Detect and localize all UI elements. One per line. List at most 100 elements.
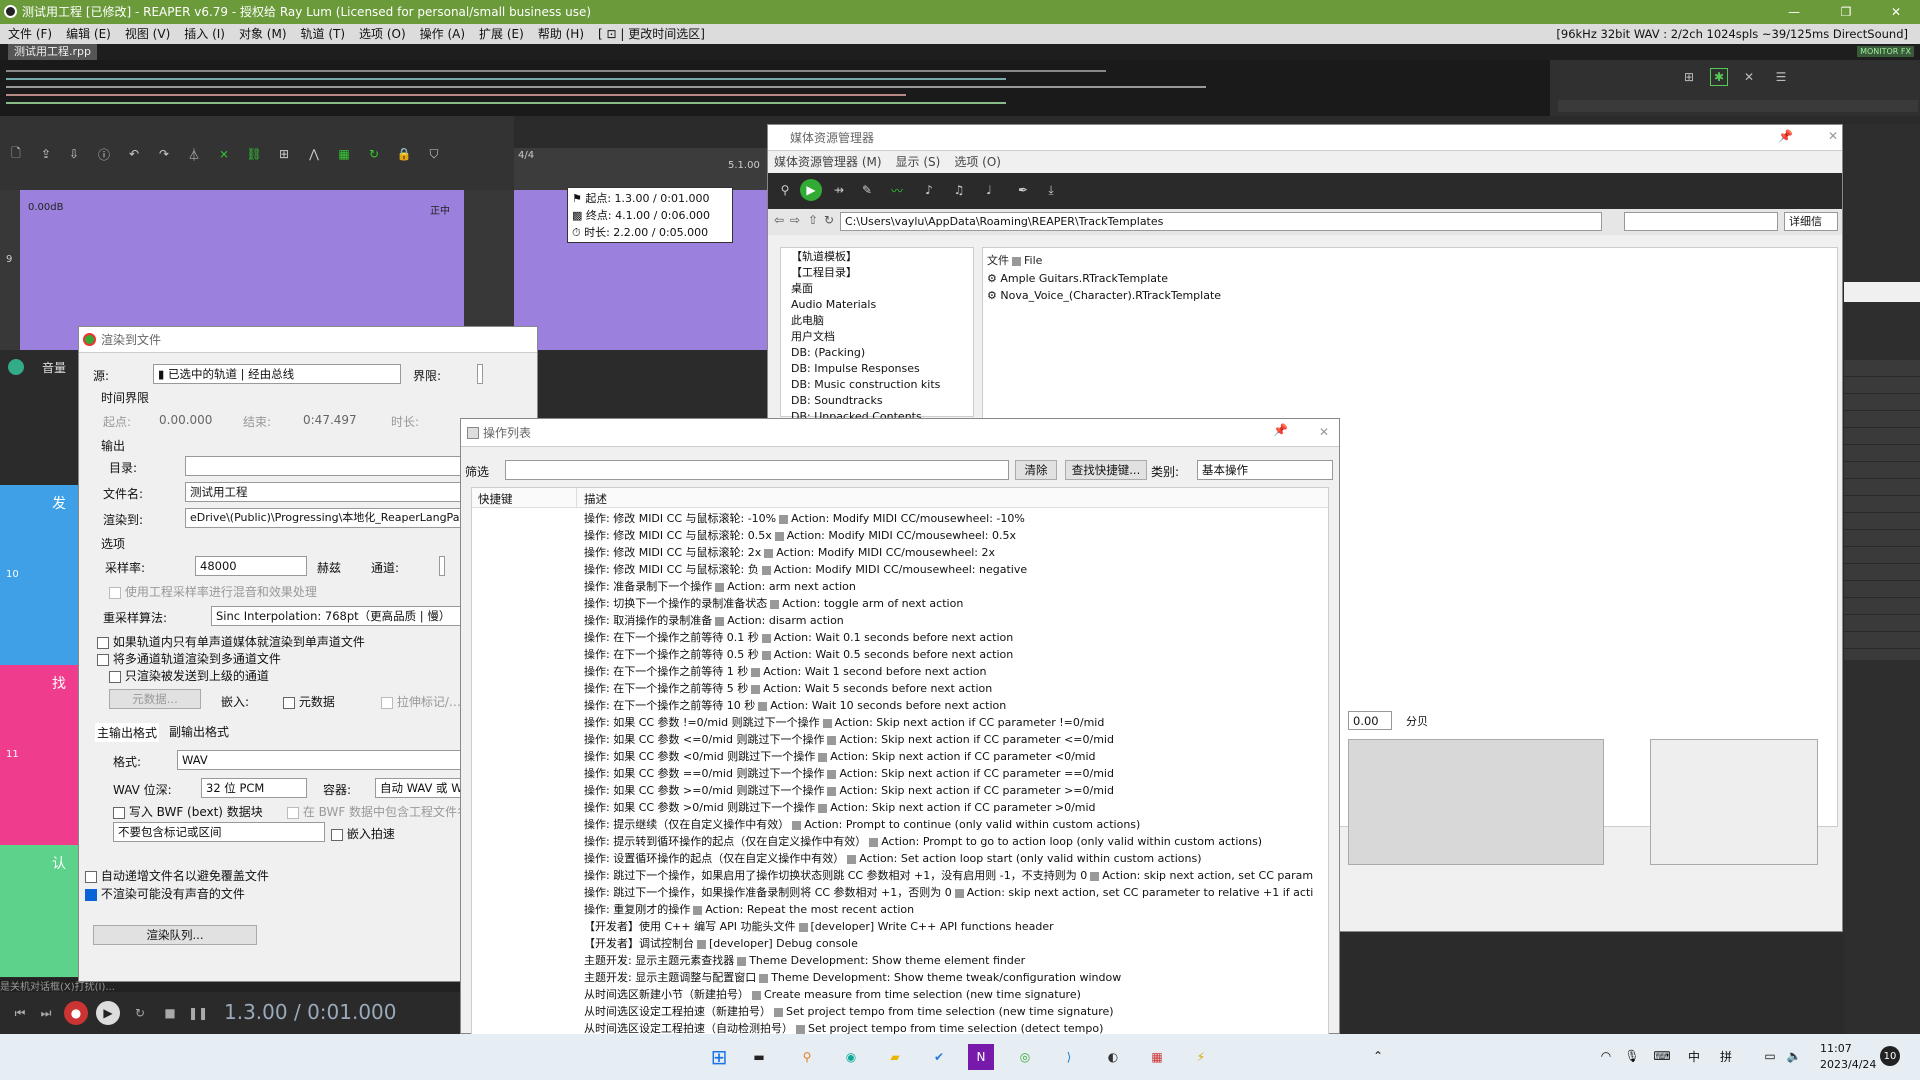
track-volume[interactable]: 0.00dB [28, 202, 63, 213]
play-icon[interactable]: ▶ [96, 1001, 120, 1025]
timesel-button[interactable]: [ ⊡ | 更改时间选区] [598, 27, 705, 41]
tree-item[interactable]: 此电脑 [781, 312, 973, 328]
table-row[interactable]: 操作: 准备录制下一个操作 Action: arm next action [584, 578, 1314, 595]
no-silent-checkbox[interactable]: 不渲染可能没有声音的文件 [85, 885, 245, 902]
ripple-icon[interactable]: ✕ [1740, 68, 1758, 86]
vscode-icon[interactable]: ⟩ [1056, 1044, 1082, 1070]
table-row[interactable]: 操作: 修改 MIDI CC 与鼠标滚轮: 负 Action: Modify MI… [584, 561, 1314, 578]
save-icon[interactable]: ⇩ [64, 144, 84, 164]
path-field[interactable]: C:\Users\vaylu\AppData\Roaming\REAPER\Tr… [840, 212, 1602, 231]
tab-secondary-format[interactable]: 副输出格式 [169, 723, 229, 740]
wav-bits-dropdown[interactable]: 32 位 PCM [201, 778, 307, 798]
snap-icon[interactable]: ✱ [1710, 68, 1728, 86]
record-icon[interactable]: ● [64, 1001, 88, 1025]
repeat-icon[interactable]: ↻ [130, 1003, 150, 1023]
project-tab[interactable]: 测试用工程.rpp [8, 44, 97, 60]
menu-view[interactable]: 视图 (V) [125, 27, 170, 41]
file-explorer-icon[interactable]: ▰ [882, 1044, 908, 1070]
lock-icon[interactable]: 🔒 [394, 144, 414, 164]
category-dropdown[interactable]: 基本操作 [1197, 460, 1333, 480]
column-description[interactable]: 描述 [584, 491, 607, 507]
tree-item[interactable]: 【工程目录】 [781, 264, 973, 280]
power-icon[interactable] [8, 359, 24, 375]
display-icon[interactable]: ▭ [1760, 1046, 1780, 1066]
media-menu-display[interactable]: 显示 (S) [896, 155, 941, 169]
bwf-project-checkbox[interactable]: 在 BWF 数据中包含工程文件名 [287, 803, 469, 820]
menu-file[interactable]: 文件 (F) [8, 27, 52, 41]
source-dropdown[interactable]: ▮ 已选中的轨道 | 经由总线 [153, 364, 401, 384]
spectral-preview[interactable] [1650, 739, 1818, 865]
chrome-icon[interactable]: ◎ [1012, 1044, 1038, 1070]
metadata-button[interactable]: 元数据... [109, 689, 201, 709]
track-pan[interactable]: 正中 [430, 202, 450, 217]
table-row[interactable]: 操作: 在下一个操作之前等待 0.5 秒 Action: Wait 0.5 sec… [584, 646, 1314, 663]
actions-titlebar[interactable]: 操作列表 [461, 419, 1339, 447]
close-icon[interactable]: ✕ [1319, 425, 1329, 439]
keyboard-icon[interactable]: ⌨ [1652, 1046, 1672, 1066]
table-row[interactable]: 操作: 在下一个操作之前等待 10 秒 Action: Wait 10 secon… [584, 697, 1314, 714]
table-row[interactable]: 操作: 如果 CC 参数 >0/mid 则跳过下一个操作 Action: Skip… [584, 799, 1314, 816]
note-x2-icon[interactable]: ♫ [948, 179, 970, 201]
start-value[interactable]: 0.00.000 [159, 413, 212, 427]
redo-icon[interactable]: ↷ [154, 144, 174, 164]
table-row[interactable]: 操作: 提示继续（仅在自定义操作中有效） Action: Prompt to co… [584, 816, 1314, 833]
chevron-up-icon[interactable]: ⌃ [1370, 1046, 1386, 1066]
table-row[interactable]: 操作: 修改 MIDI CC 与鼠标滚轮: 0.5x Action: Modify… [584, 527, 1314, 544]
back-icon[interactable]: ⇦ [774, 213, 784, 227]
refresh-icon[interactable]: ↻ [824, 213, 834, 227]
render-to-field[interactable]: eDrive\(Public)\Progressing\本地化_ReaperLa… [185, 508, 485, 528]
windows-start-icon[interactable]: ⊞ [706, 1044, 732, 1070]
table-row[interactable]: 操作: 如果 CC 参数 !=0/mid 则跳过下一个操作 Action: Ski… [584, 714, 1314, 731]
snap-grid-icon[interactable]: ▦ [334, 144, 354, 164]
metadata-checkbox[interactable]: 元数据 [283, 693, 335, 710]
media-menu-main[interactable]: 媒体资源管理器 (M) [774, 155, 882, 169]
play-auto-icon[interactable]: ▶ [800, 179, 822, 201]
ime-pinyin[interactable]: 拼 [1720, 1048, 1732, 1065]
tree-item[interactable]: 用户文档 [781, 328, 973, 344]
tab-primary-format[interactable]: 主输出格式 [95, 723, 160, 742]
file-column-header[interactable]: 文件 File [987, 252, 1042, 268]
track-name[interactable]: 发 [52, 493, 66, 513]
maximize-button[interactable]: ❐ [1826, 0, 1866, 24]
pen-icon[interactable]: ✒ [1012, 179, 1034, 201]
table-row[interactable]: 操作: 取消操作的录制准备 Action: disarm action [584, 612, 1314, 629]
clock-date[interactable]: 2023/4/24 [1820, 1058, 1876, 1071]
menu-insert[interactable]: 插入 (I) [184, 27, 225, 41]
table-row[interactable]: 操作: 修改 MIDI CC 与鼠标滚轮: 2x Action: Modify M… [584, 544, 1314, 561]
resample-dropdown[interactable]: Sinc Interpolation: 768pt（更高品质 | 慢） [211, 606, 481, 626]
go-end-icon[interactable]: ⏭ [36, 1003, 56, 1023]
shield-icon[interactable]: ⛉ [424, 144, 444, 164]
embed-tempo-checkbox[interactable]: 嵌入拍速 [331, 825, 395, 842]
table-row[interactable]: 操作: 跳过下一个操作，如果启用了操作切换状态则跳 CC 参数相对 +1，没有启… [584, 867, 1314, 884]
todo-icon[interactable]: ✔ [926, 1044, 952, 1070]
notification-badge[interactable]: 10 [1880, 1046, 1900, 1066]
wifi-icon[interactable]: ◠ [1596, 1046, 1616, 1066]
bounds-dropdown[interactable]: 整个工程 [477, 364, 483, 384]
markers-dropdown[interactable]: 不要包含标记或区间 [113, 822, 325, 842]
audio-status[interactable]: [96kHz 32bit WAV : 2/2ch 1024spls ~39/12… [1556, 24, 1908, 44]
table-row[interactable]: 操作: 如果 CC 参数 <0/mid 则跳过下一个操作 Action: Skip… [584, 748, 1314, 765]
clock-time[interactable]: 11:07 [1820, 1042, 1852, 1055]
note-half-icon[interactable]: ♩ [978, 179, 1000, 201]
mono-checkbox[interactable]: 如果轨道内只有单声道媒体就渲染到单声道文件 [97, 633, 365, 650]
render-titlebar[interactable]: 渲染到文件 [79, 327, 537, 353]
layout-icon[interactable]: ☰ [1772, 68, 1790, 86]
table-row[interactable]: 操作: 修改 MIDI CC 与鼠标滚轮: -10% Action: Modify… [584, 510, 1314, 527]
format-dropdown[interactable]: WAV [177, 750, 477, 770]
track-11[interactable]: 11 找 [0, 665, 80, 845]
auto-crossfade-icon[interactable]: ⨯ [214, 144, 234, 164]
volume-field[interactable]: 0.00 [1348, 711, 1392, 730]
route-icon[interactable]: ⇸ [828, 179, 850, 201]
waveform-icon[interactable]: 〰 [886, 179, 908, 201]
loop-icon[interactable]: ↻ [364, 144, 384, 164]
media-menu-options[interactable]: 选项 (O) [954, 155, 1001, 169]
edge-icon[interactable]: ◉ [838, 1044, 864, 1070]
monitor-fx-button[interactable]: MONITOR FX [1857, 46, 1914, 57]
track-name[interactable]: 找 [52, 673, 66, 693]
pause-icon[interactable]: ❚❚ [188, 1003, 208, 1023]
use-project-sr-checkbox[interactable]: 使用工程采样率进行混音和效果处理 [109, 583, 317, 600]
table-row[interactable]: 操作: 在下一个操作之前等待 0.1 秒 Action: Wait 0.1 sec… [584, 629, 1314, 646]
table-row[interactable]: 操作: 如果 CC 参数 <=0/mid 则跳过下一个操作 Action: Ski… [584, 731, 1314, 748]
file-row[interactable]: ⚙ Ample Guitars.RTrackTemplate [987, 270, 1168, 287]
table-row[interactable]: 操作: 切换下一个操作的录制准备状态 Action: toggle arm of … [584, 595, 1314, 612]
